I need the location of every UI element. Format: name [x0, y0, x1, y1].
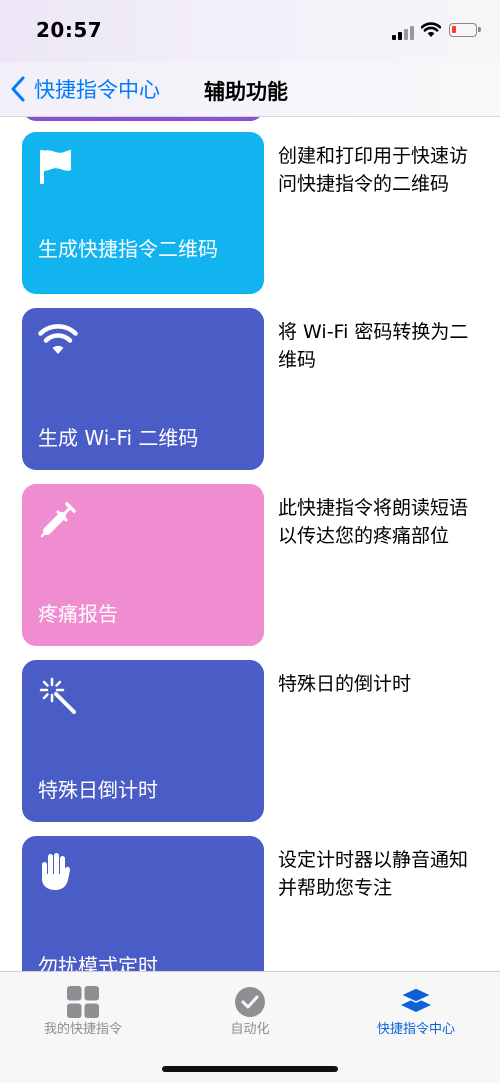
magic-wand-icon — [39, 677, 76, 714]
shortcut-description: 将 Wi-Fi 密码转换为二维码 — [278, 321, 469, 371]
tab-gallery[interactable]: 快捷指令中心 — [336, 972, 496, 1052]
shortcut-description: 特殊日的倒计时 — [278, 673, 412, 695]
tab-label: 快捷指令中心 — [376, 1022, 455, 1037]
shortcut-title: 特殊日倒计时 — [38, 778, 158, 802]
navigation-bar: 快捷指令中心 辅助功能 — [0, 62, 500, 117]
shortcut-list[interactable]: 生成快捷指令二维码 创建和打印用于快速访问快捷指令的二维码 生成 Wi-Fi 二… — [0, 117, 500, 971]
layers-icon — [400, 987, 432, 1012]
tab-automation[interactable]: 自动化 — [170, 972, 330, 1052]
shortcut-card-pain-report[interactable]: 疼痛报告 — [22, 484, 264, 646]
flag-icon — [40, 150, 71, 184]
cellular-signal-icon — [392, 26, 414, 40]
hand-icon — [42, 853, 70, 890]
shortcut-card-wifi-qr[interactable]: 生成 Wi-Fi 二维码 — [22, 308, 264, 470]
tab-label: 我的快捷指令 — [43, 1022, 122, 1037]
shortcut-title: 生成快捷指令二维码 — [38, 237, 218, 261]
status-time: 20:57 — [36, 18, 103, 42]
shortcut-card-partial[interactable] — [22, 117, 264, 121]
tab-label: 自动化 — [230, 1022, 270, 1037]
shortcut-title: 疼痛报告 — [38, 602, 118, 626]
shortcut-card-countdown[interactable]: 特殊日倒计时 — [22, 660, 264, 822]
shortcut-description: 设定计时器以静音通知并帮助您专注 — [278, 849, 469, 899]
grid-icon — [67, 986, 99, 1018]
shortcut-title: 勿扰模式定时 — [38, 954, 158, 971]
shortcut-description: 创建和打印用于快速访问快捷指令的二维码 — [278, 145, 469, 195]
clock-icon — [235, 987, 265, 1017]
wifi-status-icon — [421, 22, 441, 37]
shortcut-description: 此快捷指令将朗读短语以传达您的疼痛部位 — [278, 497, 469, 547]
shortcut-title: 生成 Wi-Fi 二维码 — [38, 426, 199, 450]
shortcut-card-qr-code[interactable]: 生成快捷指令二维码 — [22, 132, 264, 294]
tab-my-shortcuts[interactable]: 我的快捷指令 — [3, 972, 163, 1052]
back-button[interactable]: 快捷指令中心 — [10, 74, 160, 104]
battery-icon — [449, 23, 481, 37]
page-title: 辅助功能 — [204, 80, 288, 104]
home-indicator[interactable] — [162, 1066, 338, 1072]
wifi-icon — [38, 324, 78, 354]
status-bar: 20:57 — [0, 0, 500, 62]
chevron-left-icon — [11, 76, 25, 102]
shortcut-card-dnd-timer[interactable]: 勿扰模式定时 — [22, 836, 264, 971]
back-button-label: 快捷指令中心 — [34, 78, 160, 102]
syringe-icon — [40, 502, 76, 538]
